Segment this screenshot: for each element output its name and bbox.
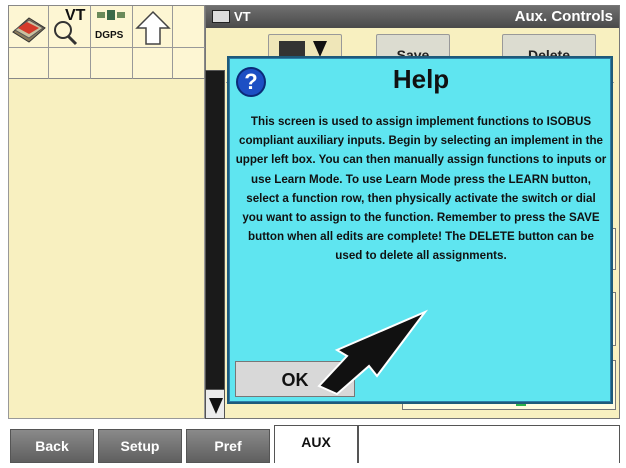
vt-icon-label: VT bbox=[65, 7, 86, 24]
dgps-icon-cell[interactable]: DGPS bbox=[91, 6, 133, 48]
bottom-tab-bar: Back Setup Pref AUX bbox=[0, 421, 626, 468]
empty-icon-cell bbox=[173, 48, 206, 80]
tab-pref[interactable]: Pref bbox=[186, 429, 270, 463]
tab-aux[interactable]: AUX bbox=[274, 425, 358, 463]
book-icon-cell[interactable] bbox=[9, 6, 49, 48]
scroll-down-button[interactable] bbox=[205, 389, 225, 419]
screen-icon bbox=[212, 10, 230, 23]
screen-title: Aux. Controls bbox=[514, 8, 613, 25]
empty-icon-cell bbox=[9, 48, 49, 80]
list-scrollbar[interactable] bbox=[205, 70, 225, 419]
down-triangle-icon bbox=[209, 398, 223, 414]
dgps-label: DGPS bbox=[95, 30, 124, 41]
empty-icon-cell bbox=[91, 48, 133, 80]
pointer-arrow-icon bbox=[317, 309, 429, 396]
help-dialog: ? Help This screen is used to assign imp… bbox=[227, 56, 613, 404]
tab-setup[interactable]: Setup bbox=[98, 429, 182, 463]
satellite-icon bbox=[97, 10, 125, 20]
empty-icon-cell bbox=[49, 48, 91, 80]
vt-titlebar: VT Aux. Controls bbox=[206, 6, 619, 28]
vt-icon-cell[interactable]: VT bbox=[49, 6, 91, 48]
vt-title: VT bbox=[234, 9, 251, 24]
empty-icon-cell bbox=[133, 48, 173, 80]
up-arrow-icon bbox=[135, 10, 171, 45]
left-info-panel bbox=[8, 79, 205, 419]
help-text: This screen is used to assign implement … bbox=[235, 115, 607, 263]
home-arrow-cell[interactable] bbox=[133, 6, 173, 48]
book-icon bbox=[12, 17, 46, 43]
tab-bar-filler bbox=[358, 425, 620, 463]
icon-strip: VT DGPS bbox=[8, 5, 206, 80]
help-title: Help bbox=[392, 64, 450, 94]
empty-icon-cell bbox=[173, 6, 206, 48]
tab-back[interactable]: Back bbox=[10, 429, 94, 463]
screen-frame: VT DGPS VT Aux. Controls Save Delete ? H… bbox=[0, 0, 626, 468]
